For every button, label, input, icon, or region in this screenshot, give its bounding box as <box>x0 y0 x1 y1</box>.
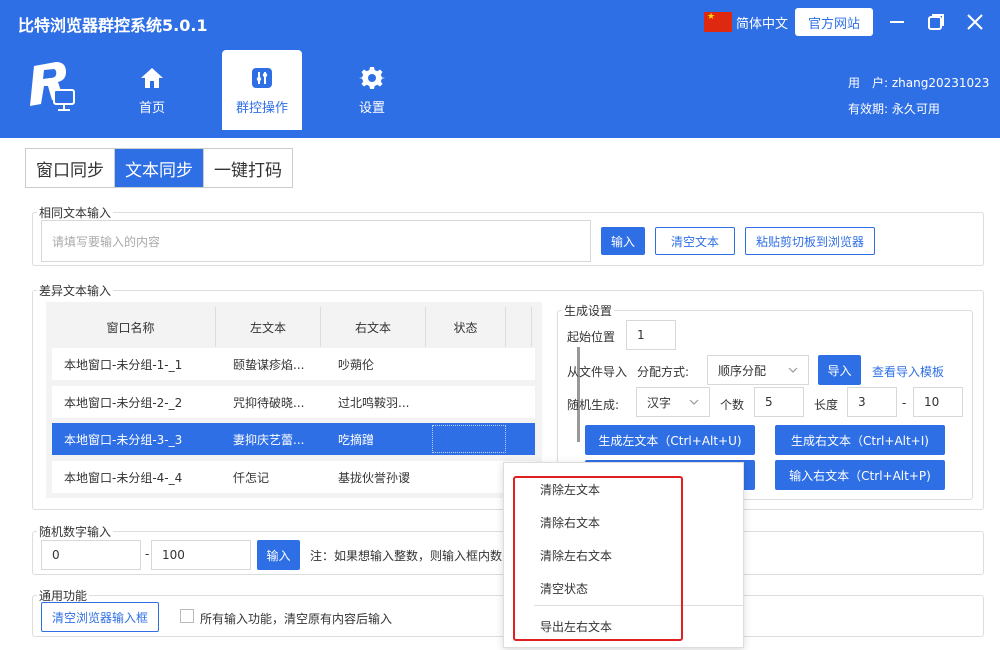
cell-window-name: 本地窗口-未分组-2-_2 <box>64 395 183 410</box>
length-label: 长度 <box>814 398 839 412</box>
expire-line: 有效期: 永久可用 <box>848 102 940 116</box>
random-type-value: 汉字 <box>647 395 672 410</box>
cell-window-name: 本地窗口-未分组-3-_3 <box>64 432 183 447</box>
username-line: 用 户: zhang20231023 <box>848 76 990 90</box>
maximize-icon[interactable] <box>924 10 948 34</box>
alloc-label: 分配方式: <box>637 365 690 379</box>
window-text-table: 窗口名称 左文本 右文本 状态 本地窗口-未分组-1-_1 颐蛰谋疹焰... 吵… <box>46 302 580 498</box>
cell-right-text: 吃摘蹭 <box>338 432 375 447</box>
import-button[interactable]: 导入 <box>818 355 861 385</box>
diff-text-legend: 差异文本输入 <box>39 284 112 298</box>
random-gen-label: 随机生成: <box>567 398 620 412</box>
table-header: 窗口名称 左文本 右文本 状态 <box>46 307 532 347</box>
random-min-input[interactable]: 0 <box>41 540 141 570</box>
alloc-value: 顺序分配 <box>718 363 767 378</box>
generate-right-text-button[interactable]: 生成右文本（Ctrl+Alt+I) <box>775 425 945 455</box>
generate-left-text-button[interactable]: 生成左文本（Ctrl+Alt+U) <box>585 425 755 455</box>
menu-item-export-both[interactable]: 导出左右文本 <box>540 618 612 635</box>
count-input[interactable]: 5 <box>754 387 804 417</box>
nav-group-control-label: 群控操作 <box>235 100 288 116</box>
cell-window-name: 本地窗口-未分组-1-_1 <box>64 357 183 372</box>
same-text-input[interactable]: 请填写要输入的内容 <box>41 220 591 262</box>
china-flag-icon <box>704 12 732 32</box>
clear-before-input-checkbox[interactable] <box>180 609 194 623</box>
cell-left-text: 妻抑庆艺蕾... <box>233 432 305 447</box>
table-row[interactable]: 本地窗口-未分组-1-_1 颐蛰谋疹焰... 吵蒴伦 <box>52 348 535 380</box>
col-right-text[interactable]: 右文本 <box>321 307 426 347</box>
col-status[interactable]: 状态 <box>426 307 506 347</box>
official-site-button[interactable]: 官方网站 <box>795 8 873 36</box>
paste-clipboard-button[interactable]: 粘贴剪切板到浏览器 <box>745 227 875 255</box>
menu-item-clear-right[interactable]: 清除右文本 <box>540 514 600 531</box>
same-text-legend: 相同文本输入 <box>39 206 112 220</box>
random-input-button[interactable]: 输入 <box>257 540 300 570</box>
menu-separator <box>534 605 744 606</box>
nav-home-label: 首页 <box>138 100 165 116</box>
col-filler <box>506 307 532 347</box>
input-right-text-button[interactable]: 输入右文本（Ctrl+Alt+P) <box>775 460 945 490</box>
menu-item-clear-both[interactable]: 清除左右文本 <box>540 547 612 564</box>
col-left-text[interactable]: 左文本 <box>216 307 321 347</box>
cell-right-text: 过北鸣鞍羽... <box>338 395 410 410</box>
minimize-icon[interactable] <box>885 10 909 34</box>
col-window-name[interactable]: 窗口名称 <box>46 307 216 347</box>
clear-before-input-label: 所有输入功能，清空原有内容后输入 <box>200 612 393 626</box>
cell-status-focus <box>432 425 506 453</box>
cell-left-text: 仟怎记 <box>233 470 270 485</box>
chevron-down-icon <box>788 367 798 373</box>
same-text-input-button[interactable]: 输入 <box>601 227 645 255</box>
length-min-input[interactable]: 3 <box>847 387 897 417</box>
table-row[interactable]: 本地窗口-未分组-2-_2 咒抑待破晓... 过北鸣鞍羽... <box>52 386 535 418</box>
nav-settings-label: 设置 <box>358 100 385 116</box>
nav-home[interactable]: 首页 <box>112 50 192 130</box>
gen-settings-legend: 生成设置 <box>564 304 613 318</box>
sub-tabs: 窗口同步 文本同步 一键打码 <box>25 148 293 188</box>
app-title: 比特浏览器群控系统5.0.1 <box>18 16 208 35</box>
random-max-input[interactable]: 100 <box>151 540 251 570</box>
tab-captcha[interactable]: 一键打码 <box>204 149 292 187</box>
cell-left-text: 颐蛰谋疹焰... <box>233 357 305 372</box>
file-import-label: 从文件导入 <box>567 365 628 379</box>
app-header: 比特浏览器群控系统5.0.1 简体中文 官方网站 首页 <box>0 0 1000 138</box>
alloc-select[interactable]: 顺序分配 <box>707 355 809 385</box>
language-selector[interactable]: 简体中文 <box>704 12 788 32</box>
cell-left-text: 咒抑待破晓... <box>233 395 305 410</box>
cell-right-text: 基拢伙誉孙谡 <box>338 470 411 485</box>
chevron-down-icon <box>689 399 699 405</box>
cell-right-text: 吵蒴伦 <box>338 357 375 372</box>
table-row[interactable]: 本地窗口-未分组-4-_4 仟怎记 基拢伙誉孙谡 <box>52 461 535 493</box>
start-position-label: 起始位置 <box>567 330 616 344</box>
language-label: 简体中文 <box>736 16 789 32</box>
close-icon[interactable] <box>963 10 987 34</box>
gear-icon <box>359 66 385 89</box>
home-icon <box>141 67 163 88</box>
length-max-input[interactable]: 10 <box>913 387 963 417</box>
tab-text-sync[interactable]: 文本同步 <box>115 149 204 187</box>
clear-text-button[interactable]: 清空文本 <box>655 227 735 255</box>
clear-browser-input-button[interactable]: 清空浏览器输入框 <box>41 602 159 632</box>
sliders-icon <box>252 67 272 88</box>
menu-item-clear-status[interactable]: 清空状态 <box>540 580 588 597</box>
app-logo-icon <box>26 60 76 112</box>
tab-window-sync[interactable]: 窗口同步 <box>26 149 115 187</box>
random-number-legend: 随机数字输入 <box>39 525 112 539</box>
menu-item-clear-left[interactable]: 清除左文本 <box>540 481 600 498</box>
table-row-selected[interactable]: 本地窗口-未分组-3-_3 妻抑庆艺蕾... 吃摘蹭 <box>52 423 535 455</box>
user-info: 用 户: zhang20231023 有效期: 永久可用 <box>848 70 989 122</box>
start-position-input[interactable]: 1 <box>626 320 676 350</box>
random-separator: - <box>145 547 150 561</box>
nav-group-control[interactable]: 群控操作 <box>222 50 302 130</box>
cell-window-name: 本地窗口-未分组-4-_4 <box>64 470 183 485</box>
count-label: 个数 <box>720 398 745 412</box>
import-template-link[interactable]: 查看导入模板 <box>872 363 944 380</box>
length-separator: - <box>902 396 907 410</box>
random-note: 注：如果想输入整数，则输入框内数 <box>310 549 503 563</box>
context-menu: 清除左文本 清除右文本 清除左右文本 清空状态 导出左右文本 <box>503 462 744 648</box>
random-type-select[interactable]: 汉字 <box>636 387 710 417</box>
nav-settings[interactable]: 设置 <box>332 50 412 130</box>
